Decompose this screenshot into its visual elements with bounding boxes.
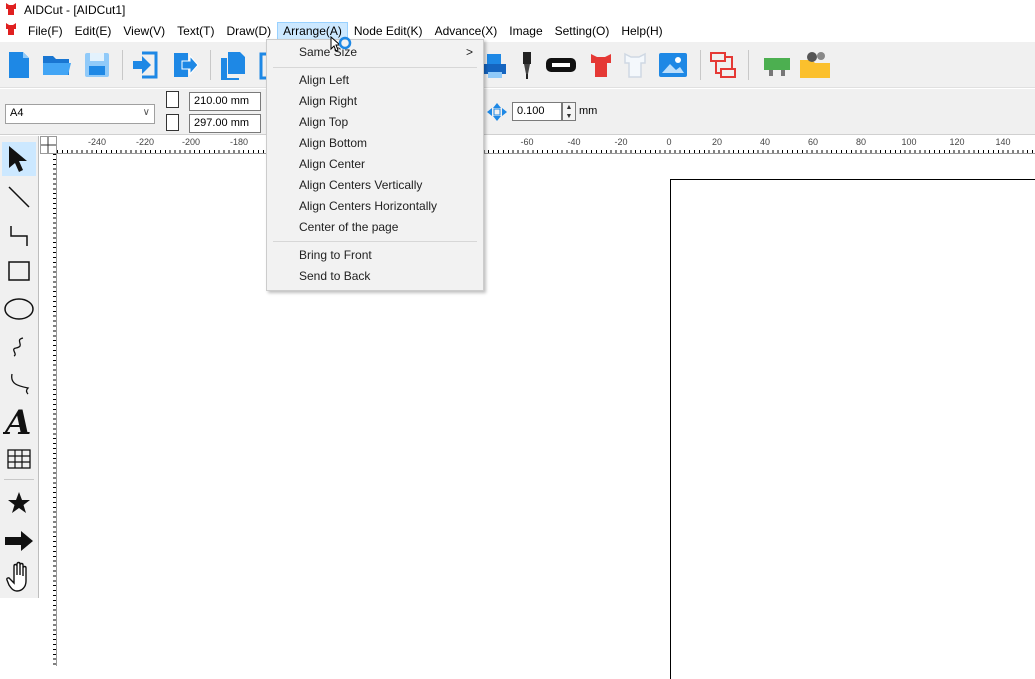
menu-item-same-size[interactable]: Same Size > [267, 42, 483, 63]
freehand-tool-icon[interactable] [2, 330, 36, 364]
step-unit-label: mm [579, 105, 598, 117]
menu-draw[interactable]: Draw(D) [221, 22, 278, 40]
page-height-icon [166, 114, 179, 131]
page-width-field[interactable]: 210.00 mm [189, 92, 261, 111]
menu-file[interactable]: File(F) [22, 22, 69, 40]
image-picture-icon[interactable] [656, 48, 690, 82]
ruler-tick-label: -180 [229, 137, 249, 147]
polyline-tool-icon[interactable] [2, 218, 36, 252]
menu-item-align-centers-vertically[interactable]: Align Centers Vertically [267, 175, 483, 196]
ruler-tick-label: 20 [711, 137, 723, 147]
step-value-field[interactable]: 0.100 [512, 102, 562, 121]
shirt-outline-icon[interactable] [618, 48, 652, 82]
ruler-tick-label: 0 [666, 137, 672, 147]
menu-text[interactable]: Text(T) [171, 22, 220, 40]
ruler-tick-label: 80 [855, 137, 867, 147]
star-tool-icon[interactable] [2, 486, 36, 520]
menu-advance[interactable]: Advance(X) [429, 22, 504, 40]
ruler-tick-label: 140 [995, 137, 1011, 147]
bezier-tool-icon[interactable] [2, 366, 36, 400]
import-icon[interactable] [128, 48, 162, 82]
ruler-tick-label: -20 [614, 137, 628, 147]
pan-hand-icon[interactable] [2, 560, 36, 594]
menu-item-center-of-page[interactable]: Center of the page [267, 217, 483, 238]
vertical-ruler [40, 154, 57, 666]
spin-up-icon[interactable]: ▲ [563, 103, 575, 112]
table-tool-icon[interactable] [2, 442, 36, 476]
tool-palette: A [0, 136, 39, 598]
ruler-tick-label: -60 [520, 137, 534, 147]
select-arrow-icon[interactable] [2, 142, 36, 176]
window-title: AIDCut - [AIDCut1] [24, 3, 126, 17]
menu-item-align-right[interactable]: Align Right [267, 91, 483, 112]
text-tool-icon[interactable]: A [2, 404, 36, 438]
ellipse-tool-icon[interactable] [2, 292, 36, 326]
plotter-icon[interactable] [544, 48, 578, 82]
arrange-menu-dropdown: Same Size > Align Left Align Right Align… [266, 39, 484, 291]
shirt-red-icon[interactable] [584, 48, 618, 82]
app-menu-icon[interactable] [4, 22, 18, 39]
ruler-tick-label: -220 [135, 137, 155, 147]
menu-setting[interactable]: Setting(O) [549, 22, 616, 40]
export-icon[interactable] [168, 48, 202, 82]
ruler-tick-label: 60 [807, 137, 819, 147]
menu-help[interactable]: Help(H) [615, 22, 668, 40]
main-toolbar [0, 42, 1035, 88]
copy-icon[interactable] [216, 48, 250, 82]
svg-text:A: A [3, 404, 31, 438]
menu-edit[interactable]: Edit(E) [69, 22, 118, 40]
page-size-select[interactable]: A4 ∨ [5, 104, 155, 124]
title-bar: AIDCut - [AIDCut1] [0, 0, 1035, 20]
ruler-corner [40, 136, 57, 154]
spin-down-icon[interactable]: ▼ [563, 112, 575, 121]
menu-view[interactable]: View(V) [117, 22, 171, 40]
horizontal-ruler: -240 -220 -200 -180 -60 -40 -20 0 20 40 60 80 100 120… [57, 136, 1035, 154]
line-tool-icon[interactable] [2, 180, 36, 214]
menu-item-align-left[interactable]: Align Left [267, 70, 483, 91]
step-spinner[interactable]: ▲ ▼ [562, 102, 576, 121]
rectangle-tool-icon[interactable] [2, 254, 36, 288]
mouse-cursor-icon [330, 35, 356, 57]
menu-item-send-to-back[interactable]: Send to Back [267, 266, 483, 287]
chevron-down-icon: ∨ [142, 107, 150, 118]
page-height-field[interactable]: 297.00 mm [189, 114, 261, 133]
submenu-arrow-icon: > [465, 45, 473, 59]
menu-bar: File(F) Edit(E) View(V) Text(T) Draw(D) … [0, 20, 1035, 41]
nudge-arrows-icon [486, 102, 508, 125]
menu-item-align-center[interactable]: Align Center [267, 154, 483, 175]
device-board-icon[interactable] [760, 48, 794, 82]
new-file-icon[interactable] [2, 48, 36, 82]
page-size-value: A4 [10, 107, 24, 119]
menu-item-align-centers-horizontally[interactable]: Align Centers Horizontally [267, 196, 483, 217]
open-folder-icon[interactable] [40, 48, 74, 82]
ruler-tick-label: 40 [759, 137, 771, 147]
menu-item-align-bottom[interactable]: Align Bottom [267, 133, 483, 154]
save-icon[interactable] [80, 48, 114, 82]
menu-item-bring-to-front[interactable]: Bring to Front [267, 245, 483, 266]
arrow-shape-tool-icon[interactable] [2, 524, 36, 558]
material-folder-icon[interactable] [798, 48, 832, 82]
page-outline [670, 179, 1035, 679]
ruler-tick-label: -200 [181, 137, 201, 147]
ruler-tick-label: 120 [949, 137, 965, 147]
ruler-tick-label: -40 [567, 137, 581, 147]
cutter-knife-icon[interactable] [510, 48, 544, 82]
ruler-tick-label: -240 [87, 137, 107, 147]
page-width-icon [166, 91, 179, 108]
menu-item-align-top[interactable]: Align Top [267, 112, 483, 133]
ruler-tick-label: 100 [901, 137, 917, 147]
menu-image[interactable]: Image [503, 22, 548, 40]
app-logo-icon [4, 2, 18, 19]
layout-tree-icon[interactable] [706, 48, 740, 82]
menu-node-edit[interactable]: Node Edit(K) [348, 22, 429, 40]
